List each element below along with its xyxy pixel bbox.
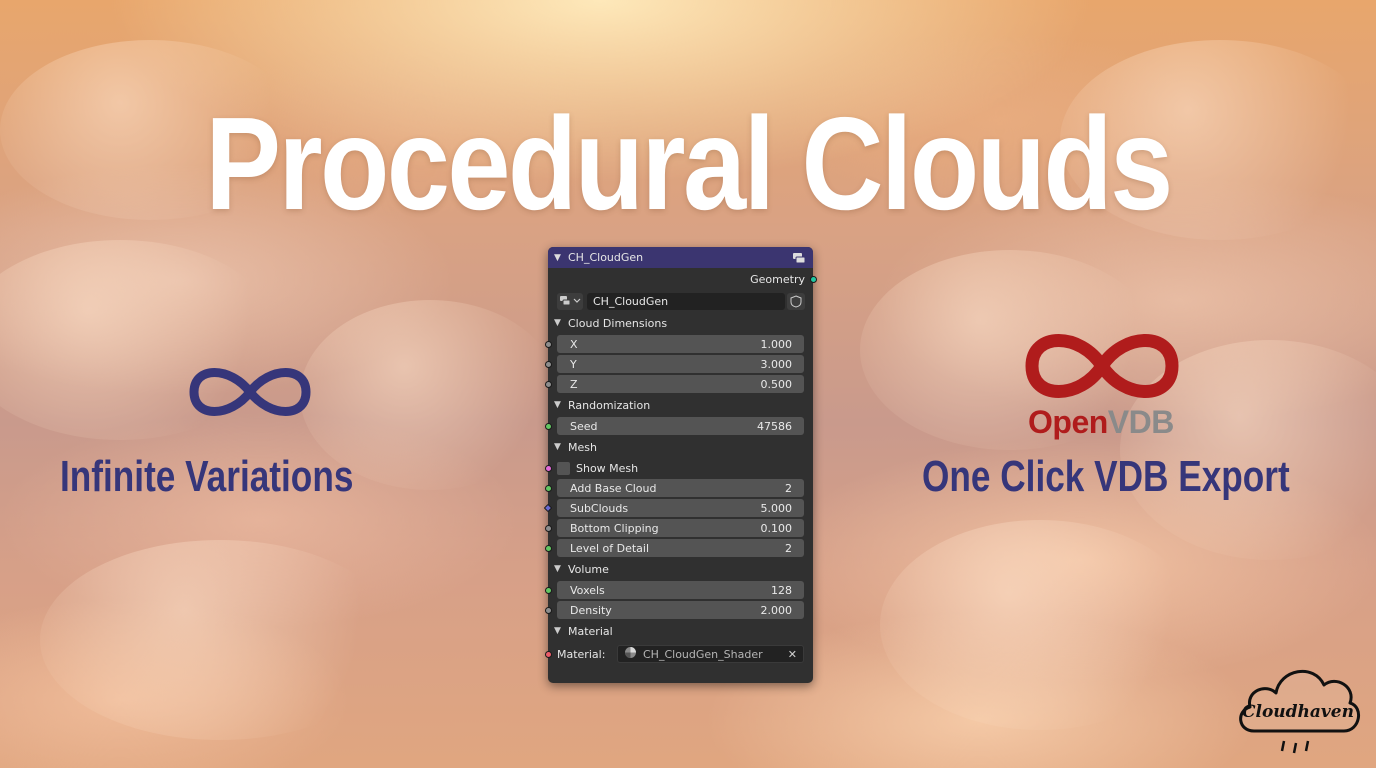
x-field[interactable]: X 1.000 (557, 335, 804, 353)
fake-user-shield-icon[interactable] (787, 292, 805, 310)
input-socket[interactable] (544, 484, 552, 492)
input-seed-row: Seed 47586 (544, 416, 813, 436)
input-socket[interactable] (544, 650, 552, 658)
chevron-down-icon: ▼ (554, 626, 561, 636)
level-of-detail-field[interactable]: Level of Detail 2 (557, 539, 804, 557)
feature-label-infinite: Infinite Variations (60, 452, 354, 501)
close-icon[interactable]: ✕ (788, 648, 797, 661)
panel-material[interactable]: ▼ Material (548, 620, 813, 642)
chevron-down-icon: ▼ (554, 564, 561, 574)
cloudhaven-logo: Cloudhaven (1232, 655, 1364, 760)
node-group-name-field[interactable]: CH_CloudGen (587, 292, 785, 310)
geometry-output-socket[interactable] (809, 275, 817, 283)
svg-text:Cloudhaven: Cloudhaven (1242, 702, 1354, 722)
browse-node-group-button[interactable] (557, 292, 583, 310)
node-header[interactable]: ▼ CH_CloudGen (548, 247, 813, 268)
input-bottom-clipping-row: Bottom Clipping 0.100 (544, 518, 813, 538)
node-title: CH_CloudGen (568, 251, 644, 264)
add-base-cloud-field[interactable]: Add Base Cloud 2 (557, 479, 804, 497)
input-socket[interactable] (544, 360, 552, 368)
material-row: Material: CH_CloudGen_Shader ✕ (544, 642, 813, 666)
material-label: Material: (557, 647, 606, 661)
subclouds-field[interactable]: SubClouds 5.000 (557, 499, 804, 517)
infinity-icon (150, 362, 350, 422)
feature-label-vdb-export: One Click VDB Export (922, 452, 1290, 501)
input-socket[interactable] (544, 380, 552, 388)
voxels-field[interactable]: Voxels 128 (557, 581, 804, 599)
background-cloud (40, 540, 400, 740)
input-socket[interactable] (543, 503, 552, 513)
panel-randomization[interactable]: ▼ Randomization (548, 394, 813, 416)
material-sphere-icon (624, 646, 637, 662)
input-socket[interactable] (544, 606, 552, 614)
input-z-row: Z 0.500 (544, 374, 813, 394)
input-socket[interactable] (544, 340, 552, 348)
input-voxels-row: Voxels 128 (544, 580, 813, 600)
input-socket[interactable] (544, 464, 552, 472)
show-mesh-label: Show Mesh (576, 461, 639, 475)
material-selector[interactable]: CH_CloudGen_Shader ✕ (617, 645, 804, 663)
output-geometry: Geometry (548, 268, 817, 290)
geometry-node-group[interactable]: ▼ CH_CloudGen Geometry CH_CloudGen ▼ Clo… (543, 247, 817, 683)
node-group-selector: CH_CloudGen (548, 290, 813, 312)
seed-field[interactable]: Seed 47586 (557, 417, 804, 435)
page-title: Procedural Clouds (205, 90, 1173, 237)
chevron-down-icon: ▼ (554, 442, 561, 452)
panel-mesh[interactable]: ▼ Mesh (548, 436, 813, 458)
material-name: CH_CloudGen_Shader (643, 647, 763, 661)
show-mesh-checkbox[interactable] (557, 461, 570, 475)
panel-volume[interactable]: ▼ Volume (548, 558, 813, 580)
panel-cloud-dimensions[interactable]: ▼ Cloud Dimensions (548, 312, 813, 334)
background-cloud (880, 520, 1200, 730)
collapse-chevron-icon[interactable]: ▼ (554, 253, 568, 263)
chevron-down-icon: ▼ (554, 318, 561, 328)
density-field[interactable]: Density 2.000 (557, 601, 804, 619)
input-x-row: X 1.000 (544, 334, 813, 354)
show-mesh-row: Show Mesh (544, 458, 813, 478)
input-socket[interactable] (544, 586, 552, 594)
input-subclouds-row: SubClouds 5.000 (543, 498, 813, 518)
z-field[interactable]: Z 0.500 (557, 375, 804, 393)
chevron-down-icon: ▼ (554, 400, 561, 410)
input-add-base-cloud-row: Add Base Cloud 2 (544, 478, 813, 498)
node-group-icon (791, 251, 807, 265)
input-socket[interactable] (544, 422, 552, 430)
input-y-row: Y 3.000 (544, 354, 813, 374)
bottom-clipping-field[interactable]: Bottom Clipping 0.100 (557, 519, 804, 537)
input-density-row: Density 2.000 (544, 600, 813, 620)
input-level-of-detail-row: Level of Detail 2 (544, 538, 813, 558)
y-field[interactable]: Y 3.000 (557, 355, 804, 373)
input-socket[interactable] (544, 544, 552, 552)
input-socket[interactable] (544, 524, 552, 532)
openvdb-logo-text: OpenVDB (1028, 404, 1174, 440)
output-label: Geometry (750, 272, 805, 286)
